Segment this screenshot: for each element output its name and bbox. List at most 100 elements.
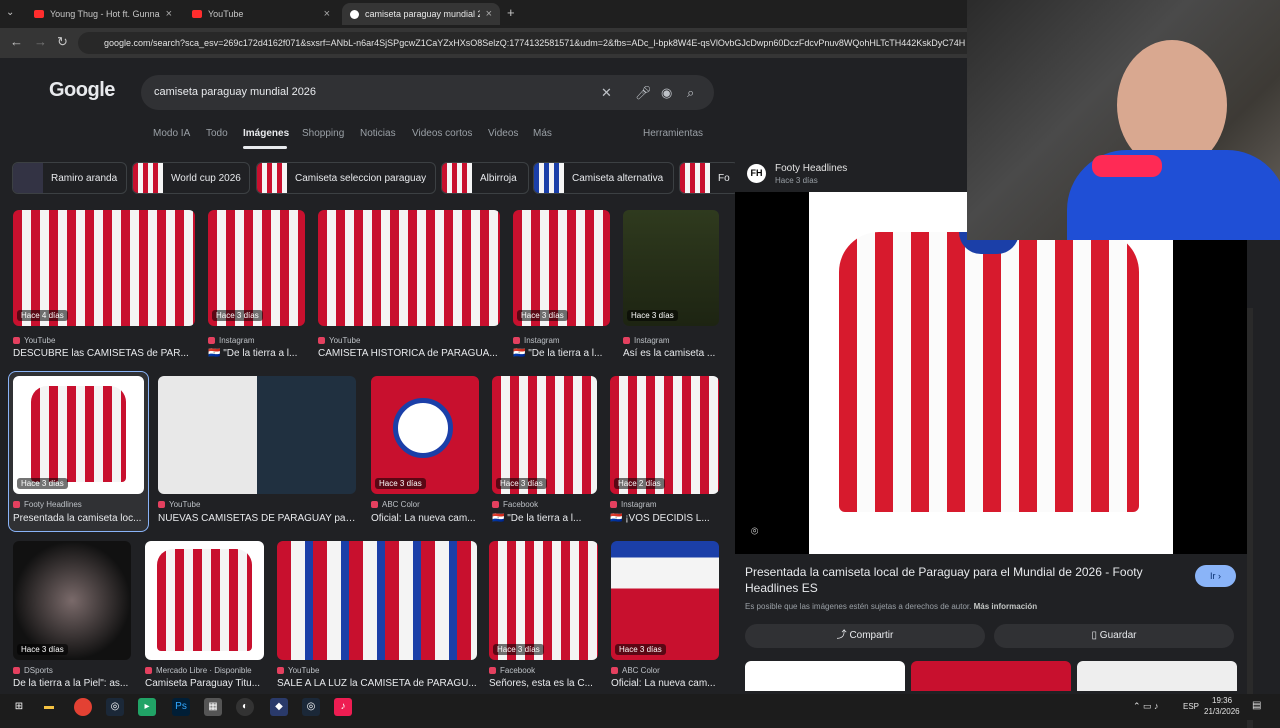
visit-button[interactable]: Ir › [1195,565,1236,587]
result-title[interactable]: CAMISETA HISTÓRICA de PARAGUA... [318,348,500,359]
nav-herramientas[interactable]: Herramientas [643,128,703,139]
nav-noticias[interactable]: Noticias [360,128,396,139]
language-indicator[interactable]: ESP [1183,702,1199,711]
chip-world-cup[interactable]: World cup 2026 [132,162,250,194]
photoshop-icon[interactable]: Ps [172,698,190,716]
result-title[interactable]: Oficial: La nueva cam... [611,678,719,689]
panel-title[interactable]: Presentada la camiseta local de Paraguay… [745,564,1175,596]
clear-icon[interactable]: ✕ [601,75,612,110]
mic-icon[interactable]: 🎤︎ [635,75,652,110]
share-label: Compartir [849,630,894,641]
chip-camiseta-seleccion[interactable]: Camiseta seleccion paraguay [256,162,436,194]
result-title[interactable]: 🇵🇾 "De la tierra a l... [492,513,597,524]
nav-videos[interactable]: Videos [488,128,518,139]
shirt-shape [839,232,1139,512]
google-icon [350,9,359,19]
nav-mas[interactable]: Más [533,128,552,139]
chip-label: Camiseta alternativa [572,172,664,184]
forward-button[interactable]: → [34,34,47,49]
result-source: Footy Headlines [13,500,82,509]
result-image: Hace 2 días [610,376,719,494]
visit-label: Ir [1210,571,1216,581]
tab-close-icon[interactable]: × [324,8,330,20]
result-image: Hace 3 días [492,376,597,494]
result-title[interactable]: Señores, esta es la C... [489,678,598,689]
related-thumb[interactable] [745,661,905,691]
result-source: ABC Color [371,500,420,509]
shirt-shape [31,386,126,482]
steam-icon[interactable]: ◎ [302,698,320,716]
result-source: Instagram [208,336,255,345]
chip-albirroja[interactable]: Albirroja [441,162,529,194]
related-thumb[interactable] [1077,661,1237,691]
result-title[interactable]: Camiseta Paraguay Titu... [145,678,264,689]
tab-google-search[interactable]: camiseta paraguay mundial 2026× [342,3,500,25]
search-icon[interactable]: ⌕ [687,75,694,110]
tiktok-icon[interactable]: ♪ [334,698,352,716]
lens-icon[interactable]: ⌾ [751,524,758,539]
file-explorer-icon[interactable]: ▬ [40,698,58,716]
result-image: Hace 3 días [13,376,144,494]
calculator-icon[interactable]: ▦ [204,698,222,716]
save-button[interactable]: ▯ Guardar [994,624,1234,648]
nav-imagenes[interactable]: Imágenes [243,128,289,139]
obs-icon[interactable]: ◐ [236,698,254,716]
result-title[interactable]: DESCUBRE las CAMISETAS de PAR... [13,348,195,359]
result-image [318,210,500,326]
tab-young-thug[interactable]: Young Thug - Hot ft. Gunna × [26,3,180,25]
windows-icon[interactable]: ⊞ [10,698,28,716]
result-source: Instagram [623,336,670,345]
chip-thumb [257,163,287,193]
notification-icon[interactable]: ▤ [1252,700,1261,711]
result-title[interactable]: Presentada la camiseta loc... [13,513,144,524]
clock-date[interactable]: 21/3/2026 [1204,707,1240,716]
more-info-link[interactable]: Más información [974,602,1038,611]
result-source: DSports [13,666,53,675]
result-title[interactable]: 🇵🇾 "De la tierra a l... [208,348,305,359]
result-title[interactable]: NUEVAS CAMISETAS DE PARAGUAY para... [158,513,356,524]
chip-more[interactable]: Fo [679,162,735,194]
result-title[interactable]: Así es la camiseta ... [623,348,719,359]
result-title[interactable]: 🇵🇾 "De la tierra a l... [513,348,610,359]
new-tab-button[interactable]: + [507,5,515,20]
tab-close-icon[interactable]: × [166,8,172,20]
result-title[interactable]: SALE A LA LUZ la CAMISETA de PARAGU... [277,678,477,689]
chip-thumb [534,163,564,193]
date-badge: Hace 3 días [517,310,568,321]
nav-shopping[interactable]: Shopping [302,128,344,139]
reload-button[interactable]: ↻ [57,34,68,50]
chip-ramiro-aranda[interactable]: Ramiro aranda [12,162,127,194]
scrollbar[interactable] [1247,308,1253,728]
share-button[interactable]: ⤴ Compartir [745,624,985,648]
app-icon[interactable]: ◆ [270,698,288,716]
nav-modo-ia[interactable]: Modo IA [153,128,190,139]
google-logo[interactable]: Google [49,79,115,102]
tab-search-icon[interactable]: ⌄ [6,7,14,18]
result-title[interactable]: 🇵🇾 ¡VOS DECIDÍS L... [610,513,719,524]
nav-todo[interactable]: Todo [206,128,228,139]
panel-site-name[interactable]: Footy Headlines [775,163,847,174]
chip-camiseta-alternativa[interactable]: Camiseta alternativa [533,162,674,194]
related-thumb[interactable] [911,661,1071,691]
chrome-icon[interactable] [74,698,92,716]
preview-image[interactable] [809,192,1173,554]
chip-label: World cup 2026 [171,172,241,184]
tab-close-icon[interactable]: × [486,8,492,20]
result-title[interactable]: Oficial: La nueva cam... [371,513,479,524]
nav-videos-cortos[interactable]: Videos cortos [412,128,472,139]
camera-icon[interactable]: ◉ [661,75,672,110]
webcam-overlay [967,0,1280,240]
result-image: Hace 3 días [623,210,719,326]
clock-time[interactable]: 19:36 [1212,696,1232,705]
app-icon[interactable]: ▸ [138,698,156,716]
tab-youtube[interactable]: YouTube × [184,3,338,25]
result-title[interactable]: De la tierra a la Piel": as... [13,678,131,689]
tray-icons[interactable]: ⌃ ▭ ♪ [1133,701,1159,712]
result-image [277,541,477,660]
note-text: Es posible que las imágenes estén sujeta… [745,602,972,611]
active-tab-underline [243,146,287,149]
back-button[interactable]: ← [10,34,23,49]
steam-icon[interactable]: ◎ [106,698,124,716]
result-source: Instagram [513,336,560,345]
search-input[interactable]: camiseta paraguay mundial 2026 ✕ 🎤︎ ◉ ⌕ [141,75,714,110]
